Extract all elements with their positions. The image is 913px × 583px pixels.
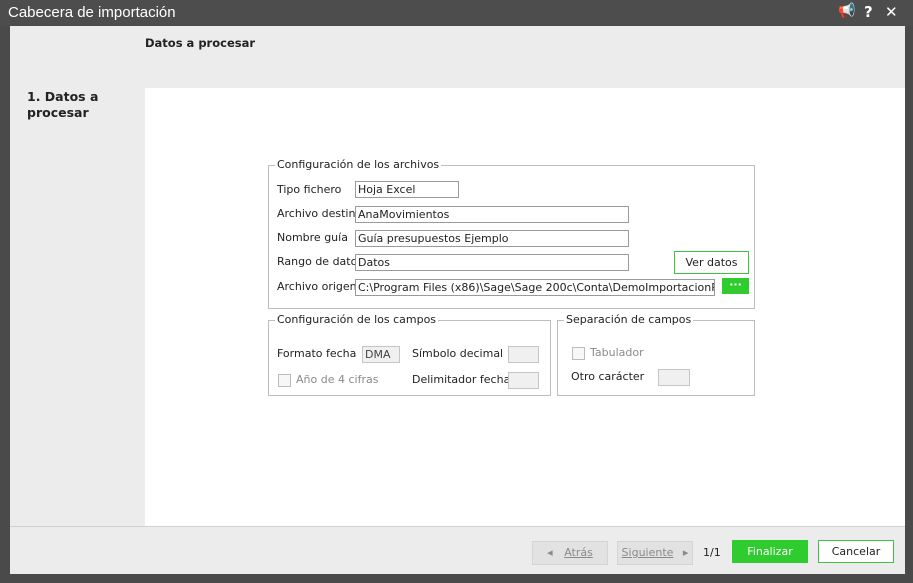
dialog-window: Cabecera de importación 📢 ? ✕ 1. Datos a… bbox=[0, 0, 913, 583]
siguiente-button[interactable]: Siguiente ▸ bbox=[617, 541, 693, 565]
formato-fecha-field[interactable]: DMA bbox=[362, 346, 400, 363]
nombre-guia-label: Nombre guía bbox=[277, 231, 348, 244]
step-item-datos[interactable]: 1. Datos a procesar bbox=[27, 89, 137, 121]
rango-datos-field[interactable]: Datos bbox=[355, 254, 629, 271]
separation-legend: Separación de campos bbox=[564, 313, 694, 326]
dialog-content: 1. Datos a procesar Datos a procesar Con… bbox=[10, 26, 905, 574]
archivo-origen-field[interactable]: C:\Program Files (x86)\Sage\Sage 200c\Co… bbox=[355, 279, 715, 296]
title-bar: Cabecera de importación 📢 ? ✕ bbox=[0, 0, 913, 26]
anio-4-cifras-label: Año de 4 cifras bbox=[296, 373, 379, 386]
archivo-destino-field[interactable]: AnaMovimientos bbox=[355, 206, 629, 223]
chevron-left-icon: ◂ bbox=[547, 546, 553, 559]
page-title: Datos a procesar bbox=[145, 36, 256, 50]
main-panel: Configuración de los archivos Tipo fiche… bbox=[145, 88, 905, 526]
simbolo-decimal-field[interactable] bbox=[508, 346, 539, 363]
rango-datos-label: Rango de datos bbox=[277, 255, 364, 268]
help-icon[interactable]: ? bbox=[864, 3, 873, 21]
files-config-legend: Configuración de los archivos bbox=[275, 158, 442, 171]
otro-caracter-label: Otro carácter bbox=[571, 370, 645, 383]
wizard-footer: ◂ Atrás Siguiente ▸ 1/1 Finalizar Cancel… bbox=[10, 526, 905, 574]
chevron-right-icon: ▸ bbox=[682, 546, 689, 559]
page-indicator: 1/1 bbox=[703, 546, 721, 559]
finalizar-button[interactable]: Finalizar bbox=[732, 540, 808, 563]
tabulador-label: Tabulador bbox=[590, 346, 644, 359]
archivo-origen-label: Archivo origen bbox=[277, 280, 357, 293]
archivo-destino-label: Archivo destino bbox=[277, 207, 363, 220]
atras-button[interactable]: ◂ Atrás bbox=[532, 541, 608, 565]
close-icon[interactable]: ✕ bbox=[885, 3, 898, 21]
files-config-group: Configuración de los archivos Tipo fiche… bbox=[268, 158, 755, 309]
separation-group: Separación de campos Tabulador Otro cará… bbox=[557, 313, 755, 396]
wizard-header: Datos a procesar bbox=[145, 26, 905, 88]
atras-label: Atrás bbox=[564, 546, 593, 559]
delimitador-fecha-label: Delimitador fecha bbox=[412, 373, 511, 386]
delimitador-fecha-field[interactable] bbox=[508, 372, 539, 389]
anio-4-cifras-checkbox[interactable] bbox=[278, 374, 291, 387]
formato-fecha-label: Formato fecha bbox=[277, 347, 357, 360]
steps-panel: 1. Datos a procesar bbox=[10, 26, 145, 526]
tabulador-checkbox[interactable] bbox=[572, 347, 585, 360]
simbolo-decimal-label: Símbolo decimal bbox=[412, 347, 504, 360]
ver-datos-button[interactable]: Ver datos bbox=[674, 251, 749, 274]
megaphone-icon[interactable]: 📢 bbox=[838, 3, 855, 19]
cancelar-button[interactable]: Cancelar bbox=[818, 540, 894, 563]
nombre-guia-field[interactable]: Guía presupuestos Ejemplo bbox=[355, 230, 629, 247]
window-title: Cabecera de importación bbox=[8, 4, 176, 21]
browse-button[interactable]: ··· bbox=[722, 278, 749, 294]
siguiente-label: Siguiente bbox=[621, 546, 674, 559]
tipo-fichero-field[interactable]: Hoja Excel bbox=[355, 181, 459, 198]
tipo-fichero-label: Tipo fichero bbox=[277, 183, 342, 196]
otro-caracter-field[interactable] bbox=[658, 369, 690, 386]
fields-config-legend: Configuración de los campos bbox=[275, 313, 439, 326]
fields-config-group: Configuración de los campos Formato fech… bbox=[268, 313, 551, 396]
